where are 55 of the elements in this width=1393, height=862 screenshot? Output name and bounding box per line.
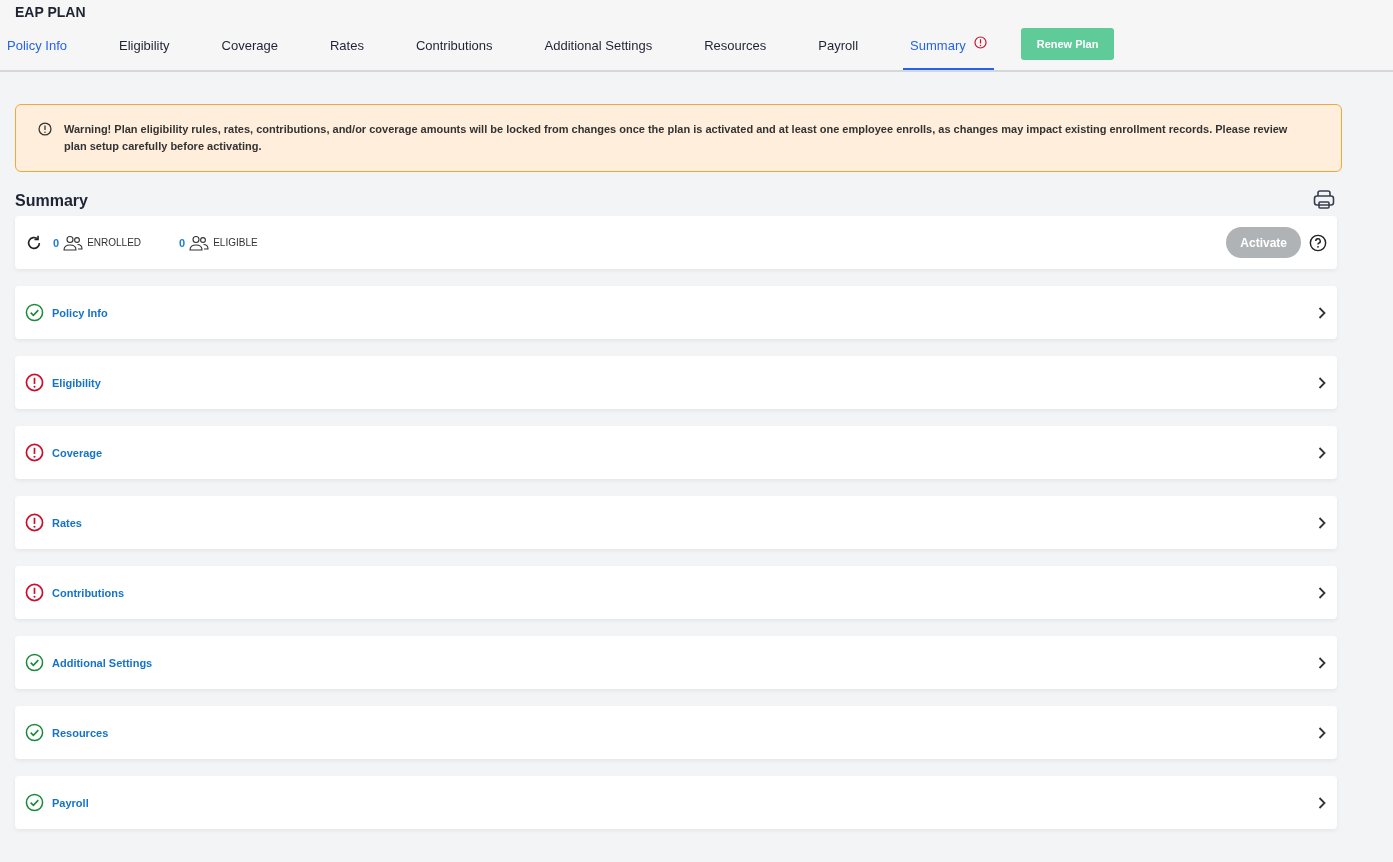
check-circle-icon xyxy=(25,653,44,672)
tab[interactable]: Resources xyxy=(697,22,774,70)
section-link[interactable]: Policy Info xyxy=(52,306,108,319)
section-card[interactable]: Payroll xyxy=(15,776,1337,829)
people-icon xyxy=(63,234,84,251)
help-icon[interactable] xyxy=(1309,233,1327,252)
tab[interactable]: Policy Info xyxy=(0,22,74,70)
refresh-icon[interactable] xyxy=(25,233,43,252)
chevron-right-icon[interactable] xyxy=(1317,655,1327,670)
section-card[interactable]: Contributions xyxy=(15,566,1337,619)
section-link[interactable]: Resources xyxy=(52,726,109,739)
tab[interactable]: Eligibility xyxy=(112,22,177,70)
section-heading: Summary xyxy=(15,192,88,210)
section-card[interactable]: Eligibility xyxy=(15,356,1337,409)
alert-circle-icon xyxy=(25,373,44,392)
section-link[interactable]: Payroll xyxy=(52,796,89,809)
chevron-right-icon[interactable] xyxy=(1317,305,1327,320)
print-icon[interactable] xyxy=(1313,190,1335,210)
chevron-right-icon[interactable] xyxy=(1317,515,1327,530)
alert-icon xyxy=(973,35,987,49)
check-circle-icon xyxy=(25,723,44,742)
section-card[interactable]: Resources xyxy=(15,706,1337,759)
tab[interactable]: Rates xyxy=(322,22,371,70)
warning-text: Warning! Plan eligibility rules, rates, contributions, and/or coverage amounts will be locked from changes once the plan is activated and at least one employee enrolls, as changes may impact existing enrollment records. Please review plan setup carefully before activating. xyxy=(64,122,1289,154)
section-card[interactable]: Coverage xyxy=(15,426,1337,479)
enrolled-count: 0 xyxy=(53,236,60,249)
check-circle-icon xyxy=(25,793,44,812)
check-circle-icon xyxy=(25,303,44,322)
section-link[interactable]: Eligibility xyxy=(52,376,101,389)
section-card[interactable]: Additional Settings xyxy=(15,636,1337,689)
chevron-right-icon[interactable] xyxy=(1317,725,1327,740)
info-icon xyxy=(38,121,52,137)
section-link[interactable]: Contributions xyxy=(52,586,125,599)
section-card[interactable]: Rates xyxy=(15,496,1337,549)
enrolled-label: ENROLLED xyxy=(87,237,142,248)
page-title: EAP PLAN xyxy=(14,3,87,22)
chevron-right-icon[interactable] xyxy=(1317,445,1327,460)
section-link[interactable]: Coverage xyxy=(52,446,103,459)
tab[interactable]: Additional Settings xyxy=(537,22,660,70)
alert-circle-icon xyxy=(25,583,44,602)
eligible-count: 0 xyxy=(179,236,186,249)
tab[interactable]: Summary xyxy=(903,22,994,70)
alert-circle-icon xyxy=(25,443,44,462)
eligible-label: ELIGIBLE xyxy=(213,237,258,248)
chevron-right-icon[interactable] xyxy=(1317,375,1327,390)
section-link[interactable]: Additional Settings xyxy=(52,656,153,669)
tab[interactable]: Coverage xyxy=(214,22,285,70)
chevron-right-icon[interactable] xyxy=(1317,795,1327,810)
alert-circle-icon xyxy=(25,513,44,532)
tab[interactable]: Payroll xyxy=(811,22,866,70)
chevron-right-icon[interactable] xyxy=(1317,585,1327,600)
section-card[interactable]: Policy Info xyxy=(15,286,1337,339)
people-icon xyxy=(189,234,210,251)
section-link[interactable]: Rates xyxy=(52,516,82,529)
tab[interactable]: Contributions xyxy=(408,22,500,70)
